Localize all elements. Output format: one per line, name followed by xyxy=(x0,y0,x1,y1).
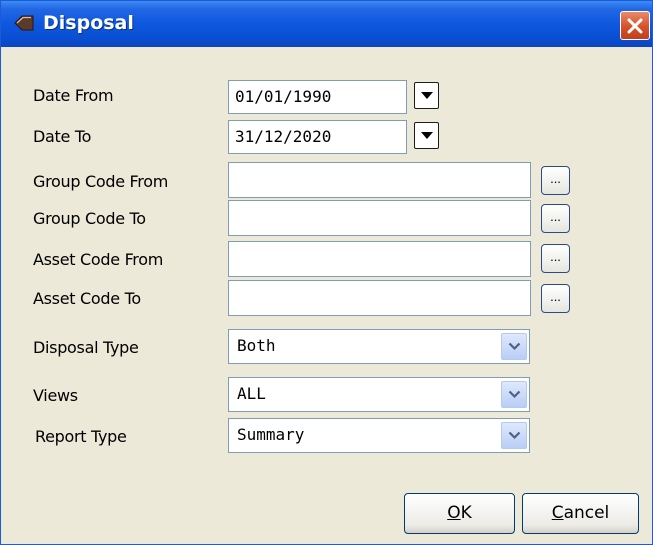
group-code-to-label: Group Code To xyxy=(33,209,146,228)
group-code-from-browse-button[interactable]: ... xyxy=(541,166,570,195)
group-code-from-label: Group Code From xyxy=(33,172,168,191)
views-value: ALL xyxy=(237,384,266,403)
group-code-from-field[interactable] xyxy=(228,162,531,198)
date-to-label: Date To xyxy=(33,127,92,146)
close-button[interactable] xyxy=(620,11,650,40)
date-to-dropdown-button[interactable] xyxy=(414,122,439,149)
chevron-down-icon xyxy=(508,342,521,351)
views-label: Views xyxy=(33,386,78,405)
chevron-down-icon xyxy=(508,431,521,440)
date-from-label: Date From xyxy=(33,86,114,105)
disposal-type-select[interactable]: Both xyxy=(228,329,530,364)
triangle-down-icon xyxy=(421,92,433,99)
tag-icon xyxy=(14,15,34,31)
disposal-type-label: Disposal Type xyxy=(33,338,139,357)
report-type-label: Report Type xyxy=(35,427,127,446)
group-code-to-field[interactable] xyxy=(228,200,531,236)
window-title: Disposal xyxy=(43,12,134,34)
date-to-field[interactable]: 31/12/2020 xyxy=(228,120,407,154)
report-type-dropdown-button[interactable] xyxy=(501,422,527,449)
cancel-button[interactable]: Cancel xyxy=(522,493,639,534)
cancel-label-rest: ancel xyxy=(563,503,610,523)
report-type-value: Summary xyxy=(237,425,305,444)
asset-code-from-browse-button[interactable]: ... xyxy=(541,244,570,273)
views-dropdown-button[interactable] xyxy=(501,381,527,408)
disposal-dialog: Disposal Date From 01/01/1990 Date To 31… xyxy=(0,0,653,545)
report-type-select[interactable]: Summary xyxy=(228,418,530,453)
ok-mnemonic: O xyxy=(447,503,461,523)
views-select[interactable]: ALL xyxy=(228,377,530,412)
ok-button[interactable]: OK xyxy=(404,493,515,534)
title-bar[interactable]: Disposal xyxy=(1,1,652,47)
date-from-dropdown-button[interactable] xyxy=(414,82,439,109)
cancel-mnemonic: C xyxy=(551,503,564,523)
asset-code-from-field[interactable] xyxy=(228,241,531,277)
close-icon xyxy=(627,18,643,34)
group-code-to-browse-button[interactable]: ... xyxy=(541,204,570,233)
disposal-type-value: Both xyxy=(237,336,276,355)
triangle-down-icon xyxy=(421,132,433,139)
asset-code-to-label: Asset Code To xyxy=(33,289,141,308)
asset-code-to-field[interactable] xyxy=(228,280,531,316)
chevron-down-icon xyxy=(508,390,521,399)
asset-code-to-browse-button[interactable]: ... xyxy=(541,284,570,313)
disposal-type-dropdown-button[interactable] xyxy=(501,333,527,360)
ok-label-rest: K xyxy=(460,503,472,523)
date-from-field[interactable]: 01/01/1990 xyxy=(228,80,407,114)
asset-code-from-label: Asset Code From xyxy=(33,250,164,269)
